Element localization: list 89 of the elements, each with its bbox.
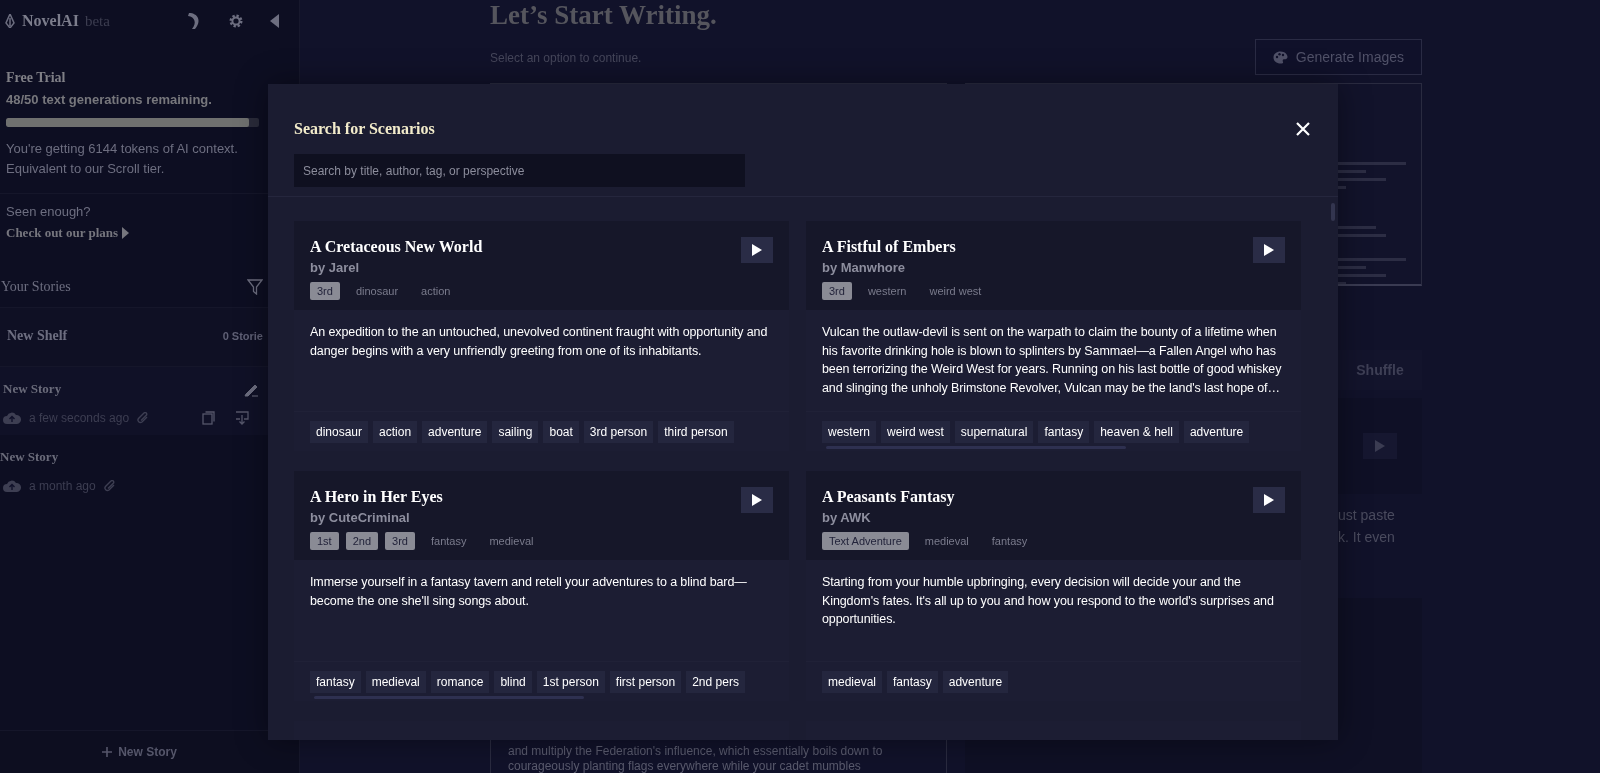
scenario-author: by Jarel — [310, 260, 361, 275]
play-icon — [1264, 494, 1274, 506]
tag-chip[interactable]: sailing — [492, 421, 539, 443]
tag-chip[interactable]: medieval — [822, 671, 883, 693]
perspective-badge: Text Adventure — [822, 532, 909, 550]
perspective-badge: 3rd — [822, 282, 852, 300]
download-icon[interactable] — [235, 411, 249, 425]
cloud-upload-icon — [3, 412, 21, 424]
scenario-title: A Cretaceous New World — [310, 238, 484, 256]
tag-chip[interactable]: fantasy — [1038, 421, 1090, 443]
copy-icon[interactable] — [202, 411, 215, 425]
page-title: Let’s Start Writing. — [490, 0, 718, 31]
paperclip-icon — [137, 411, 150, 425]
scenario-excerpt: courageously planting flags everywhere while your cadet mumbles — [508, 759, 862, 773]
tag-chip[interactable]: heaven & hell — [1094, 421, 1179, 443]
generations-remaining: 48/50 text generations remaining. — [6, 92, 213, 107]
tag-chip[interactable]: weird west — [881, 421, 950, 443]
header-tag: action — [414, 282, 458, 300]
tag-chip[interactable]: fantasy — [310, 671, 361, 693]
close-button[interactable] — [1296, 122, 1310, 136]
play-icon — [752, 494, 762, 506]
scenario-title: A Fistful of Embers — [822, 238, 957, 256]
story-title: New Story — [0, 449, 59, 465]
header-tag: dinosaur — [348, 282, 406, 300]
shelf-name: New Shelf — [7, 328, 68, 344]
tag-chip[interactable]: 2nd pers — [686, 671, 745, 693]
tag-chip[interactable]: 1st person — [536, 671, 605, 693]
scenario-excerpt: and multiply the Federation's influence, which essentially boils down to — [508, 744, 884, 759]
tag-chip[interactable]: romance — [430, 671, 490, 693]
play-button[interactable] — [1253, 237, 1285, 263]
header-tag: western — [860, 282, 914, 300]
header-tag: medieval — [917, 532, 976, 550]
story-title: New Story — [3, 381, 62, 397]
play-button[interactable] — [741, 487, 773, 513]
tag-chip[interactable]: adventure — [942, 671, 1009, 693]
header-tag: fantasy — [423, 532, 474, 550]
brand-name: NovelAI — [22, 12, 79, 30]
tag-chip[interactable]: fantasy — [887, 671, 938, 693]
scenario-author: by AWK — [822, 510, 872, 525]
filter-icon[interactable] — [247, 279, 263, 295]
tag-chip[interactable]: third person — [658, 421, 734, 443]
tag-chip[interactable]: dinosaur — [310, 421, 369, 443]
scenario-author: by CuteCriminal — [310, 510, 411, 525]
perspective-badge: 3rd — [385, 532, 415, 550]
scenario-title: A Peasants Fantasy — [822, 488, 956, 506]
caret-right-icon — [122, 227, 130, 239]
quill-icon — [4, 14, 16, 28]
perspective-badge: 3rd — [310, 282, 340, 300]
perspective-badge: 1st — [310, 532, 339, 550]
paperclip-icon — [103, 479, 116, 493]
modal-title: Search for Scenarios — [294, 120, 435, 138]
play-button[interactable] — [1253, 487, 1285, 513]
header-tag: weird west — [922, 282, 989, 300]
plans-link[interactable]: Check out our plans — [0, 219, 299, 241]
play-button[interactable] — [741, 237, 773, 263]
context-info: You're getting 6144 tokens of AI context. Equivalent to our Scroll tier. — [6, 140, 239, 178]
tag-chip[interactable]: blind — [494, 671, 532, 693]
scenario-title: A Hero in Her Eyes — [310, 488, 444, 506]
scenario-description: Immerse yourself in a fantasy tavern and retell your adventures to a blind bard—become the one she'll sing songs about. — [310, 574, 748, 610]
search-field[interactable]: Search by title, author, tag, or perspective — [294, 154, 745, 187]
tag-chip[interactable]: adventure — [1183, 421, 1250, 443]
tag-chip[interactable]: adventure — [422, 421, 488, 443]
plans-prompt: Seen enough? — [5, 203, 92, 219]
stories-heading: Your Stories — [1, 279, 71, 295]
caret-left-icon[interactable] — [270, 14, 279, 28]
scenario-author: by Manwhore — [822, 260, 907, 275]
scenario-description: Vulcan the outlaw-devil is sent on the warpath to claim the bounty of a lifetime when his favorite drinking hole is blown to splinters by Sammael—a Fallen Angel who has been terrorizing the Weird West for years. Running on his last bottle of good whiskey and slinging the unholy Brimstone Revolver, Vulcan may be the land's last hope of… — [822, 324, 1283, 397]
tag-chip[interactable]: 3rd person — [583, 421, 654, 443]
crescent-icon[interactable] — [186, 12, 202, 30]
shelf-count: 0 Storie — [222, 330, 263, 342]
tag-chip[interactable]: first person — [609, 671, 682, 693]
scenario-description: Starting from your humble upbringing, every decision will decide your and the Kingdom's fates. It's all up to you and how you respond to the world's surprises and opportunities. — [822, 574, 1275, 628]
tag-chip[interactable]: western — [822, 421, 877, 443]
tag-chip[interactable]: supernatural — [954, 421, 1034, 443]
header-tag: fantasy — [984, 532, 1035, 550]
plus-icon — [102, 747, 113, 757]
palette-icon — [1272, 50, 1288, 64]
tag-chip[interactable]: medieval — [365, 671, 426, 693]
header-tag: medieval — [482, 532, 541, 550]
scenario-description: An expedition to the an untouched, unevolved continent fraught with opportunity and danger begins with a very unfriendly greeting from one of its inhabitants. — [310, 324, 769, 360]
trial-title: Free Trial — [6, 70, 67, 86]
play-icon — [1375, 440, 1385, 452]
perspective-badge: 2nd — [345, 532, 379, 550]
play-icon — [1264, 244, 1274, 256]
tag-chip[interactable]: boat — [543, 421, 579, 443]
play-icon — [752, 244, 762, 256]
settings-icon[interactable] — [228, 13, 244, 29]
cloud-upload-icon — [3, 480, 21, 492]
tag-chip[interactable]: action — [373, 421, 418, 443]
